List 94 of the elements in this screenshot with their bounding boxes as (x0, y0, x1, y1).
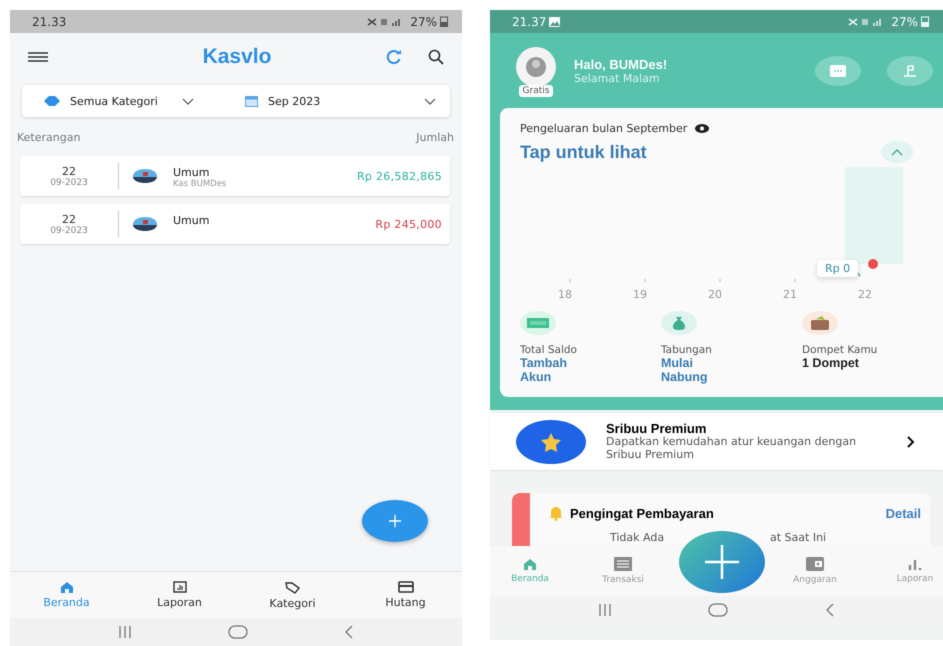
chevron-down-icon (182, 98, 194, 104)
chevron-right-icon (907, 436, 915, 448)
collapse-button[interactable] (881, 141, 913, 163)
stat-value: 1 Dompet (802, 357, 860, 371)
home-icon[interactable] (228, 625, 248, 639)
image-icon (549, 16, 560, 26)
plan-badge: Gratis (518, 84, 554, 96)
reminder-message: at Saat Ini (770, 531, 828, 544)
battery-icon (921, 16, 929, 27)
account-name: Kas BUMDes (173, 179, 228, 189)
detail-link[interactable]: Detail (886, 506, 921, 520)
nav-tab[interactable]: Laporan (880, 558, 943, 584)
chevron-down-icon (424, 98, 436, 104)
home-icon (60, 581, 74, 593)
nav-tab[interactable]: Hutang (349, 581, 462, 609)
premium-banner[interactable]: Sribuu Premium Dapatkan kemudahan atur keuangan dengan Sribuu Premium (490, 413, 943, 470)
flag-icon (904, 64, 916, 76)
cash-icon (520, 311, 556, 335)
nav-tab[interactable]: Transaksi (588, 557, 658, 585)
axis-label: 22 (858, 288, 873, 301)
axis-label: 20 (708, 288, 723, 301)
axis-label: 21 (783, 288, 798, 301)
recent-apps-icon[interactable] (118, 625, 132, 639)
battery-percent: 27% (410, 14, 437, 28)
stat-label: Total Saldo (520, 344, 578, 356)
category-icon (133, 217, 157, 231)
column-header: Jumlah (416, 131, 454, 144)
menu-icon[interactable] (28, 52, 48, 62)
period-dropdown[interactable]: Sep 2023 (245, 94, 436, 108)
reminder-message: Tidak Ada (610, 531, 666, 544)
stat-value[interactable]: Tambah Akun (520, 357, 600, 384)
stat-label: Dompet Kamu (802, 344, 878, 356)
add-button[interactable] (362, 500, 428, 542)
wallet-icon (806, 557, 824, 571)
premium-title: Sribuu Premium (606, 421, 708, 436)
bar-chart-icon (907, 558, 923, 570)
nav-tab[interactable]: Anggaran (780, 557, 850, 585)
eye-icon[interactable] (695, 124, 710, 133)
tag-icon (285, 580, 300, 594)
greeting-subtitle: Selamat Malam (574, 72, 661, 84)
card-icon (398, 581, 414, 593)
chat-button[interactable] (815, 56, 861, 86)
search-icon[interactable] (428, 49, 444, 65)
recent-apps-icon[interactable] (598, 603, 612, 617)
flag-button[interactable] (887, 56, 933, 86)
transaction-card[interactable]: 22 09-2023 Umum Rp 245,000 (20, 204, 450, 244)
report-icon (172, 581, 186, 593)
nav-tab[interactable]: Beranda (495, 558, 565, 584)
transaction-day: 22 (62, 164, 76, 178)
card-title: Pengeluaran bulan September (520, 122, 688, 135)
transaction-month: 09-2023 (50, 178, 88, 188)
transaction-month: 09-2023 (50, 226, 88, 236)
hidden-amount[interactable]: Tap untuk lihat (520, 142, 647, 162)
category-name: Umum (173, 166, 210, 179)
stat-label: Tabungan (661, 344, 713, 356)
category-icon (133, 169, 157, 183)
refresh-icon[interactable] (386, 50, 402, 64)
plus-icon (705, 545, 739, 579)
plus-icon (389, 515, 401, 527)
battery-percent: 27% (891, 14, 918, 28)
app-logo: Kasvlo (202, 45, 272, 69)
premium-description: Dapatkan kemudahan atur keuangan dengan Sribuu Premium (606, 436, 858, 462)
amount: Rp 26,582,865 (356, 170, 443, 182)
axis-label: 19 (633, 288, 648, 301)
back-icon[interactable] (824, 603, 835, 617)
back-icon[interactable] (344, 625, 354, 639)
calendar-icon (245, 96, 258, 106)
reminder-title: Pengingat Pembayaran (570, 506, 715, 520)
axis-label: 18 (558, 288, 573, 301)
tag-icon (44, 96, 60, 106)
transaction-card[interactable]: 22 09-2023 Umum Kas BUMDes Rp 26,582,865 (20, 156, 450, 196)
category-dropdown[interactable]: Semua Kategori (44, 94, 235, 108)
column-header: Keterangan (17, 131, 80, 144)
transaction-day: 22 (62, 212, 76, 226)
chevron-up-icon (891, 148, 903, 156)
category-name: Umum (173, 214, 210, 227)
greeting: Halo, BUMDes! (574, 56, 668, 72)
status-time: 21.37 (512, 14, 546, 28)
battery-icon (440, 16, 448, 27)
avatar[interactable] (516, 46, 556, 86)
bell-icon (548, 505, 564, 521)
chart-tooltip: Rp 0 (817, 260, 858, 277)
money-bag-icon (661, 311, 697, 335)
status-time: 21.33 (32, 14, 66, 28)
list-icon (614, 557, 632, 571)
nav-tab[interactable]: Laporan (123, 581, 236, 609)
nav-tab[interactable]: Kategori (236, 580, 349, 610)
home-icon (523, 558, 537, 570)
stat-value[interactable]: Mulai Nabung (661, 357, 741, 384)
home-icon[interactable] (708, 603, 728, 617)
nav-tab[interactable]: Beranda (10, 581, 123, 609)
amount: Rp 245,000 (375, 218, 443, 230)
wallet-icon (802, 311, 838, 335)
chat-icon (830, 64, 846, 76)
